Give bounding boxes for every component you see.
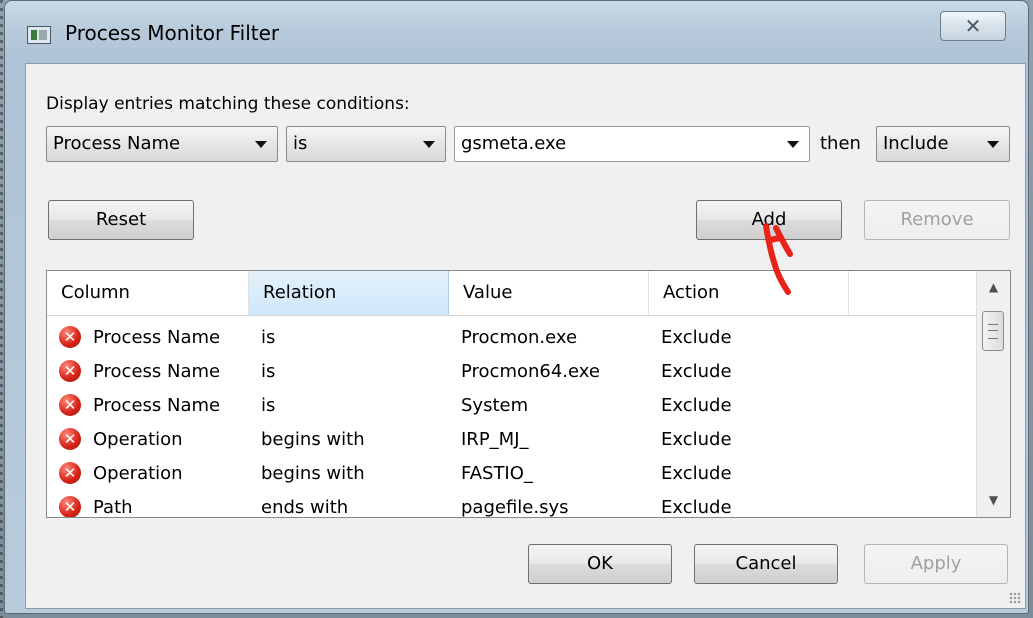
action-select[interactable]: Include (876, 126, 1010, 162)
row-action: Exclude (661, 463, 732, 484)
chevron-down-icon (787, 141, 799, 148)
red-x-icon: ✕ (59, 496, 81, 517)
column-header-column[interactable]: Column (47, 271, 249, 315)
table-row[interactable]: ✕ Operation begins with FASTIO_ Exclude (47, 457, 977, 491)
row-relation: is (261, 395, 276, 416)
window-title: Process Monitor Filter (65, 21, 280, 45)
apply-button[interactable]: Apply (864, 544, 1008, 584)
close-button[interactable]: ✕ (940, 11, 1006, 41)
row-relation: ends with (261, 497, 349, 518)
row-column: Process Name (93, 395, 221, 416)
row-value: Procmon.exe (461, 327, 578, 348)
left-edge-dots (0, 0, 3, 618)
table-row[interactable]: ✕ Process Name is Procmon.exe Exclude (47, 321, 977, 355)
row-action: Exclude (661, 327, 732, 348)
vertical-scrollbar[interactable]: ▲ ▼ (976, 271, 1010, 517)
add-button[interactable]: Add (696, 200, 842, 240)
row-relation: is (261, 361, 276, 382)
row-action: Exclude (661, 395, 732, 416)
table-row[interactable]: ✕ Process Name is System Exclude (47, 389, 977, 423)
title-bar[interactable]: Process Monitor Filter ✕ (5, 1, 1028, 65)
filter-rules-list[interactable]: Column Relation Value Action ✕ Process N… (46, 270, 1011, 518)
row-value: FASTIO_ (461, 463, 533, 484)
row-value: System (461, 395, 529, 416)
row-relation: begins with (261, 429, 365, 450)
value-combobox[interactable]: gsmeta.exe (454, 126, 810, 162)
row-action: Exclude (661, 429, 732, 450)
dialog-client-area: Display entries matching these condition… (25, 63, 1026, 609)
filter-dialog: Process Monitor Filter ✕ Display entries… (4, 0, 1029, 614)
row-value: pagefile.sys (461, 497, 569, 518)
resize-grip-icon[interactable] (1009, 592, 1021, 604)
red-x-icon: ✕ (59, 326, 81, 348)
row-column: Process Name (93, 361, 221, 382)
cancel-button[interactable]: Cancel (694, 544, 838, 584)
row-relation: is (261, 327, 276, 348)
relation-select[interactable]: is (286, 126, 446, 162)
list-header: Column Relation Value Action (47, 271, 977, 316)
chevron-down-icon (987, 141, 999, 148)
action-select-value: Include (883, 133, 949, 154)
ok-button[interactable]: OK (528, 544, 672, 584)
table-row[interactable]: ✕ Path ends with pagefile.sys Exclude (47, 491, 977, 518)
value-input[interactable]: gsmeta.exe (461, 133, 566, 154)
row-action: Exclude (661, 497, 732, 518)
column-header-action[interactable]: Action (649, 271, 849, 315)
table-row[interactable]: ✕ Operation begins with IRP_MJ_ Exclude (47, 423, 977, 457)
column-header-relation[interactable]: Relation (249, 271, 449, 315)
table-row[interactable]: ✕ Process Name is Procmon64.exe Exclude (47, 355, 977, 389)
column-select-value: Process Name (53, 133, 181, 154)
scroll-up-arrow-icon[interactable]: ▲ (977, 271, 1010, 304)
relation-select-value: is (293, 133, 308, 154)
row-column: Process Name (93, 327, 221, 348)
then-label: then (820, 133, 861, 154)
column-header-blank (849, 271, 977, 315)
red-x-icon: ✕ (59, 462, 81, 484)
red-x-icon: ✕ (59, 428, 81, 450)
conditions-label: Display entries matching these condition… (46, 94, 410, 114)
remove-button[interactable]: Remove (864, 200, 1010, 240)
scroll-thumb[interactable] (982, 311, 1004, 351)
row-column: Operation (93, 463, 183, 484)
app-window-icon (27, 26, 51, 44)
row-column: Path (93, 497, 133, 518)
column-select[interactable]: Process Name (46, 126, 278, 162)
chevron-down-icon (255, 141, 267, 148)
row-value: IRP_MJ_ (461, 429, 529, 450)
row-action: Exclude (661, 361, 732, 382)
row-column: Operation (93, 429, 183, 450)
row-value: Procmon64.exe (461, 361, 600, 382)
chevron-down-icon (423, 141, 435, 148)
reset-button[interactable]: Reset (48, 200, 194, 240)
column-header-value[interactable]: Value (449, 271, 649, 315)
scroll-down-arrow-icon[interactable]: ▼ (977, 484, 1010, 517)
red-x-icon: ✕ (59, 394, 81, 416)
red-x-icon: ✕ (59, 360, 81, 382)
row-relation: begins with (261, 463, 365, 484)
